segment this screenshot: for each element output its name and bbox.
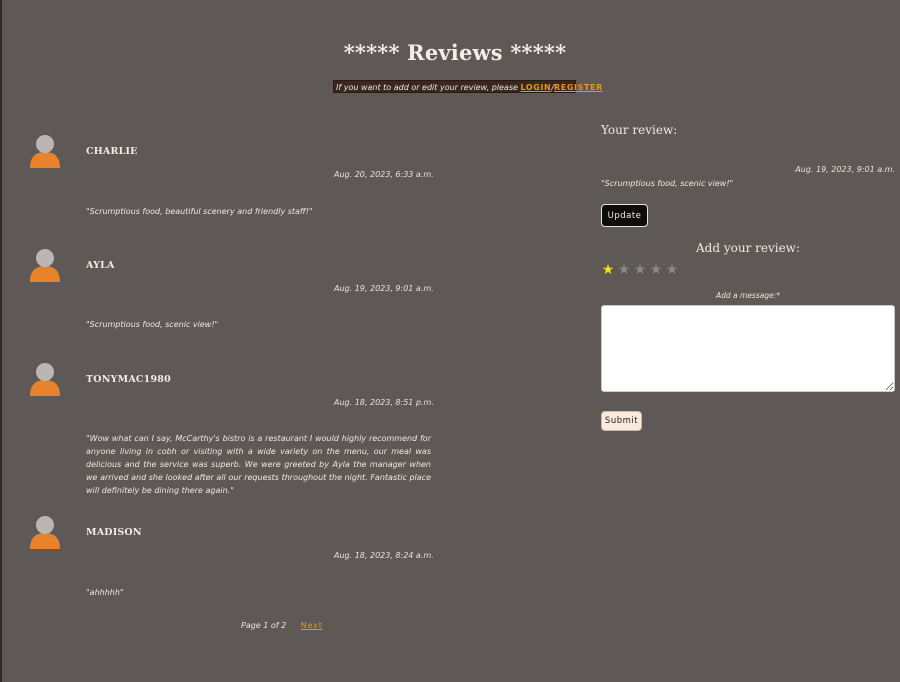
review-username: TONYMAC1980 (86, 374, 171, 385)
star-5-icon[interactable]: ★ (665, 262, 679, 278)
submit-button[interactable]: Submit (601, 411, 642, 431)
review-item: TONYMAC1980 Aug. 18, 2023, 8:51 p.m. "Wo… (28, 360, 438, 495)
login-prompt-text: If you want to add or edit your review, … (336, 83, 521, 92)
review-item: AYLA Aug. 19, 2023, 9:01 a.m. "Scrumptio… (28, 246, 438, 336)
user-avatar-icon (30, 516, 60, 549)
pagination: Page 1 of 2 Next (241, 621, 323, 630)
user-avatar-icon (30, 363, 60, 396)
review-message: "ahhhhh" (86, 588, 124, 597)
user-avatar-icon (30, 249, 60, 282)
review-username: AYLA (86, 260, 115, 271)
login-link[interactable]: LOGIN (520, 83, 551, 92)
review-date: Aug. 18, 2023, 8:24 a.m. (334, 551, 434, 560)
your-review-date: Aug. 19, 2023, 9:01 a.m. (795, 165, 895, 174)
review-item: MADISON Aug. 18, 2023, 8:24 a.m. "ahhhhh… (28, 513, 438, 603)
review-username: MADISON (86, 527, 142, 538)
next-page-link[interactable]: Next (301, 621, 323, 630)
review-item: CHARLIE Aug. 20, 2023, 6:33 a.m. "Scrump… (28, 132, 438, 222)
review-date: Aug. 20, 2023, 6:33 a.m. (334, 170, 434, 179)
reviews-page: ***** Reviews ***** If you want to add o… (0, 0, 900, 682)
your-review-heading: Your review: (601, 123, 678, 137)
login-prompt: If you want to add or edit your review, … (333, 80, 602, 93)
star-2-icon[interactable]: ★ (617, 262, 631, 278)
review-date: Aug. 19, 2023, 9:01 a.m. (334, 284, 434, 293)
message-label: Add a message:* (716, 291, 780, 300)
update-button[interactable]: Update (601, 204, 648, 227)
add-review-heading: Add your review: (696, 241, 800, 255)
review-message: "Scrumptious food, scenic view!" (86, 320, 219, 329)
review-date: Aug. 18, 2023, 8:51 p.m. (334, 398, 434, 407)
star-1-icon[interactable]: ★ (601, 262, 615, 278)
review-username: CHARLIE (86, 146, 138, 157)
review-message: "Scrumptious food, beautiful scenery and… (86, 207, 313, 216)
page-indicator: Page 1 of 2 (241, 621, 287, 630)
register-link[interactable]: REGISTER (554, 83, 603, 92)
star-4-icon[interactable]: ★ (649, 262, 663, 278)
your-review-message: "Scrumptious food, scenic view!" (601, 179, 734, 188)
star-rating: ★ ★ ★ ★ ★ (601, 262, 679, 278)
page-border (0, 0, 2, 682)
page-title: ***** Reviews ***** (343, 40, 567, 65)
star-3-icon[interactable]: ★ (633, 262, 647, 278)
message-textarea[interactable] (601, 305, 895, 392)
review-message: "Wow what can I say, McCarthy's bistro i… (86, 434, 431, 495)
user-avatar-icon (30, 135, 60, 168)
